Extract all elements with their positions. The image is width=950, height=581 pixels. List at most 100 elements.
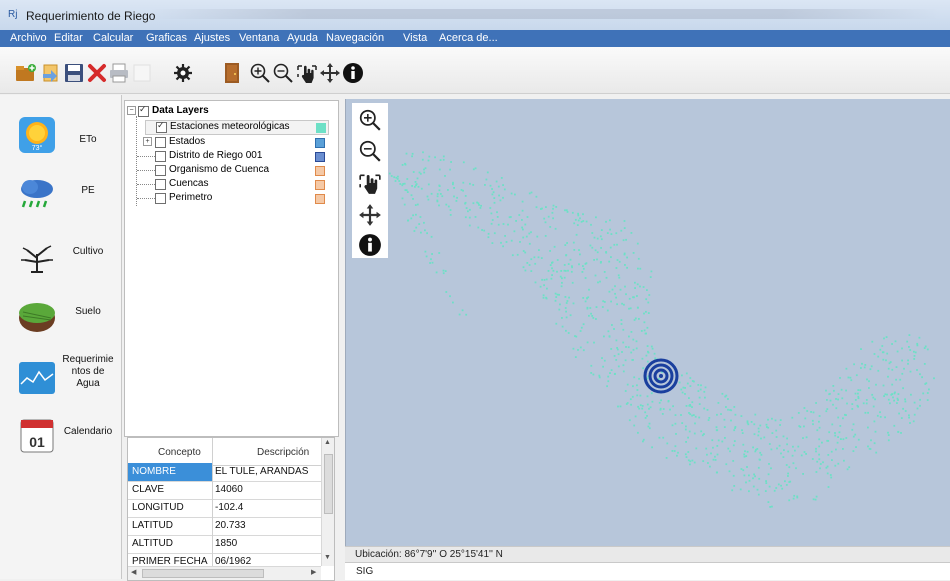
- station-point[interactable]: [636, 242, 639, 245]
- station-point[interactable]: [544, 235, 547, 237]
- station-point[interactable]: [798, 425, 801, 427]
- station-point[interactable]: [903, 367, 905, 370]
- station-point[interactable]: [626, 256, 628, 259]
- station-point[interactable]: [763, 436, 766, 439]
- station-point[interactable]: [563, 269, 566, 272]
- station-point[interactable]: [534, 262, 537, 265]
- station-point[interactable]: [526, 262, 529, 264]
- station-point[interactable]: [401, 184, 404, 187]
- menu-ayuda[interactable]: Ayuda: [287, 32, 318, 44]
- station-point[interactable]: [599, 280, 601, 283]
- station-point[interactable]: [419, 216, 422, 218]
- station-point[interactable]: [416, 203, 419, 206]
- station-point[interactable]: [491, 219, 494, 221]
- station-point[interactable]: [888, 362, 891, 365]
- station-point[interactable]: [891, 368, 894, 371]
- station-point[interactable]: [609, 228, 611, 231]
- station-point[interactable]: [684, 387, 686, 389]
- station-point[interactable]: [502, 196, 504, 199]
- station-point[interactable]: [882, 358, 885, 361]
- station-point[interactable]: [852, 450, 855, 452]
- station-point[interactable]: [595, 216, 597, 219]
- station-point[interactable]: [834, 432, 836, 434]
- station-point[interactable]: [717, 439, 720, 442]
- open-folder-icon[interactable]: [15, 62, 37, 84]
- station-point[interactable]: [881, 345, 884, 347]
- station-point[interactable]: [866, 378, 868, 381]
- station-point[interactable]: [564, 244, 567, 246]
- station-point[interactable]: [688, 397, 690, 399]
- station-point[interactable]: [530, 191, 533, 194]
- station-point[interactable]: [752, 446, 754, 449]
- station-point[interactable]: [891, 383, 894, 386]
- station-point[interactable]: [814, 498, 817, 501]
- station-point[interactable]: [607, 375, 610, 378]
- station-point[interactable]: [592, 317, 595, 319]
- station-point[interactable]: [691, 401, 694, 404]
- station-point[interactable]: [853, 363, 855, 366]
- station-point[interactable]: [591, 246, 594, 249]
- station-point[interactable]: [555, 206, 558, 208]
- station-point[interactable]: [711, 439, 714, 442]
- station-point[interactable]: [845, 367, 848, 370]
- station-point[interactable]: [908, 334, 911, 336]
- station-point[interactable]: [842, 448, 844, 450]
- station-point[interactable]: [897, 399, 899, 401]
- station-point[interactable]: [847, 376, 850, 379]
- station-point[interactable]: [568, 296, 570, 299]
- station-point[interactable]: [610, 348, 613, 350]
- station-point[interactable]: [703, 407, 706, 410]
- station-point[interactable]: [584, 300, 587, 303]
- station-point[interactable]: [704, 386, 707, 389]
- station-point[interactable]: [642, 440, 644, 443]
- station-point[interactable]: [913, 358, 916, 360]
- station-point[interactable]: [641, 357, 644, 360]
- station-point[interactable]: [393, 176, 396, 179]
- station-point[interactable]: [681, 374, 683, 377]
- station-point[interactable]: [550, 277, 553, 280]
- station-point[interactable]: [889, 402, 891, 405]
- vertical-scrollbar[interactable]: ▲ ▼: [321, 438, 334, 566]
- station-point[interactable]: [907, 359, 909, 362]
- station-point[interactable]: [865, 402, 868, 405]
- station-point[interactable]: [777, 483, 780, 486]
- station-point[interactable]: [645, 298, 648, 301]
- station-point[interactable]: [616, 348, 619, 351]
- station-point[interactable]: [760, 453, 763, 456]
- station-point[interactable]: [775, 487, 778, 489]
- station-point[interactable]: [694, 415, 697, 418]
- station-point[interactable]: [685, 405, 688, 407]
- station-point[interactable]: [688, 430, 691, 433]
- station-point[interactable]: [816, 460, 819, 463]
- station-point[interactable]: [755, 448, 757, 451]
- station-point[interactable]: [553, 245, 556, 248]
- station-point[interactable]: [829, 474, 832, 476]
- station-point[interactable]: [863, 366, 866, 369]
- station-point[interactable]: [438, 184, 441, 187]
- load-icon[interactable]: [40, 62, 62, 84]
- station-point[interactable]: [565, 209, 568, 212]
- station-point[interactable]: [725, 394, 728, 397]
- station-point[interactable]: [595, 318, 597, 320]
- station-point[interactable]: [667, 400, 670, 403]
- station-point[interactable]: [857, 405, 859, 408]
- station-point[interactable]: [687, 459, 690, 462]
- station-point[interactable]: [607, 380, 610, 383]
- station-point[interactable]: [731, 489, 734, 492]
- station-point[interactable]: [782, 435, 785, 438]
- station-point[interactable]: [421, 158, 424, 161]
- station-point[interactable]: [505, 241, 508, 243]
- station-point[interactable]: [578, 263, 580, 266]
- station-point[interactable]: [687, 451, 690, 453]
- station-point[interactable]: [792, 445, 794, 448]
- station-point[interactable]: [651, 446, 653, 449]
- station-point[interactable]: [465, 313, 468, 316]
- station-point[interactable]: [891, 343, 893, 345]
- station-point[interactable]: [522, 236, 525, 239]
- station-point[interactable]: [895, 378, 897, 381]
- station-point[interactable]: [842, 417, 844, 420]
- station-point[interactable]: [685, 372, 688, 375]
- station-point[interactable]: [694, 422, 696, 425]
- station-point[interactable]: [584, 277, 587, 279]
- station-point[interactable]: [689, 404, 691, 406]
